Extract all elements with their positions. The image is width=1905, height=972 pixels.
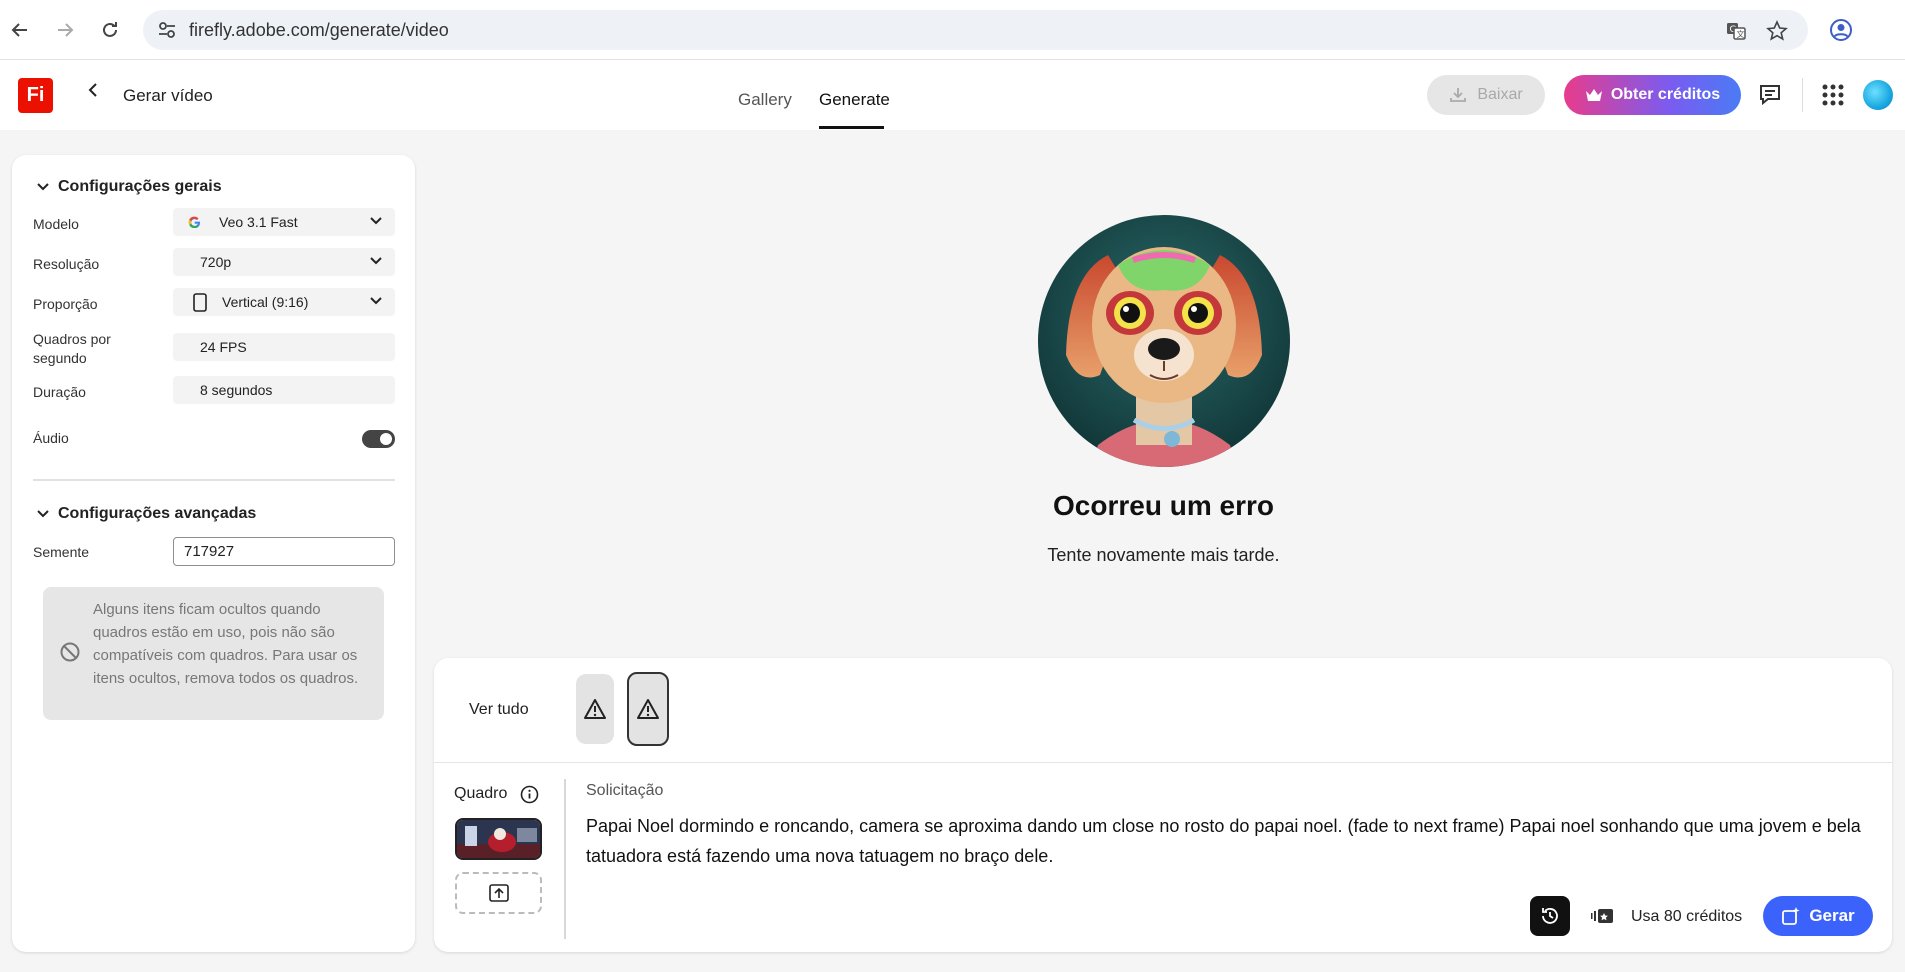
apps-grid-icon[interactable] <box>1820 82 1846 108</box>
app-header: Fi Gerar vídeo Gallery Generate Baixar O… <box>0 60 1905 130</box>
chevron-down-icon <box>370 217 382 225</box>
portrait-ratio-icon <box>193 293 207 312</box>
google-icon <box>188 216 200 229</box>
no-symbol-icon <box>60 642 80 662</box>
forward-arrow-icon[interactable] <box>47 12 83 48</box>
aspect-ratio-select[interactable]: Vertical (9:16) <box>173 288 395 316</box>
composer-divider <box>434 762 1892 763</box>
duration-label: Duração <box>33 384 86 400</box>
chevron-down-icon <box>37 183 49 191</box>
resolution-value: 720p <box>200 254 232 270</box>
chevron-down-icon <box>370 297 382 305</box>
feedback-chat-icon[interactable] <box>1757 82 1783 108</box>
duration-field: 8 segundos <box>173 376 395 404</box>
firefly-logo[interactable]: Fi <box>18 78 53 113</box>
prompt-history-button[interactable] <box>1530 896 1570 936</box>
credits-icon <box>1591 909 1613 923</box>
notice-text: Alguns itens ficam ocultos quando quadro… <box>93 601 359 687</box>
crown-icon <box>1585 89 1602 101</box>
model-value: Veo 3.1 Fast <box>219 214 298 230</box>
resolution-select[interactable]: 720p <box>173 248 395 276</box>
aspect-ratio-label: Proporção <box>33 296 98 312</box>
info-icon[interactable] <box>520 785 539 804</box>
history-icon <box>1542 908 1558 924</box>
hidden-items-notice: Alguns itens ficam ocultos quando quadro… <box>43 587 384 720</box>
error-subtitle: Tente novamente mais tarde. <box>1047 545 1280 565</box>
chevron-left-icon[interactable] <box>85 82 101 98</box>
general-settings-header[interactable]: Configurações gerais <box>36 178 222 196</box>
browser-toolbar: firefly.adobe.com/generate/video G文 <box>0 0 1905 60</box>
fps-value: 24 FPS <box>200 339 247 355</box>
get-credits-label: Obter créditos <box>1610 86 1721 103</box>
upload-frame-button[interactable] <box>455 872 542 914</box>
failed-generation-thumbnail[interactable] <box>576 674 614 744</box>
back-arrow-icon[interactable] <box>2 12 38 48</box>
translate-icon[interactable]: G文 <box>1725 20 1747 42</box>
resolution-label: Resolução <box>33 256 100 272</box>
audio-toggle[interactable] <box>362 430 395 448</box>
frame-prompt-separator <box>564 779 566 939</box>
view-all-link[interactable]: Ver tudo <box>469 701 529 719</box>
error-illustration <box>1038 215 1290 467</box>
prompt-textarea[interactable]: Papai Noel dormindo e roncando, camera s… <box>586 811 1876 871</box>
profile-icon[interactable] <box>1829 18 1853 42</box>
credits-cost-text: Usa 80 créditos <box>1631 908 1743 925</box>
logo-text: Fi <box>26 84 45 106</box>
error-title: Ocorreu um erro <box>1053 490 1274 521</box>
tab-generate[interactable]: Generate <box>819 90 890 110</box>
site-settings-icon[interactable] <box>157 20 177 40</box>
audio-label: Áudio <box>33 430 69 446</box>
fps-field: 24 FPS <box>173 333 395 361</box>
prompt-composer: Ver tudo Quadro Solicitação Papai Noel d… <box>434 658 1892 952</box>
page-title[interactable]: Gerar vídeo <box>123 86 213 106</box>
get-credits-button[interactable]: Obter créditos <box>1564 75 1741 115</box>
warning-icon <box>584 699 606 719</box>
generate-button[interactable]: Gerar <box>1763 896 1873 936</box>
svg-text:文: 文 <box>1737 29 1745 39</box>
download-icon <box>1450 88 1467 102</box>
frame-label: Quadro <box>454 785 508 802</box>
user-avatar[interactable] <box>1863 80 1893 110</box>
model-select[interactable]: Veo 3.1 Fast <box>173 208 395 236</box>
general-settings-title: Configurações gerais <box>58 178 222 195</box>
section-divider <box>33 479 395 481</box>
generate-label: Gerar <box>1809 906 1855 925</box>
bookmark-star-icon[interactable] <box>1766 20 1788 42</box>
warning-icon <box>637 699 659 719</box>
reload-icon[interactable] <box>92 12 128 48</box>
download-label: Baixar <box>1477 86 1523 103</box>
url-text[interactable]: firefly.adobe.com/generate/video <box>189 20 449 41</box>
frame-thumbnail[interactable] <box>455 818 542 860</box>
generate-sparkle-icon <box>1782 907 1800 925</box>
aspect-ratio-value: Vertical (9:16) <box>222 294 309 310</box>
header-divider <box>1802 78 1803 112</box>
model-label: Modelo <box>33 216 79 232</box>
fps-label: Quadros por segundo <box>33 331 111 366</box>
active-tab-indicator <box>819 126 884 129</box>
download-button[interactable]: Baixar <box>1427 75 1545 115</box>
upload-icon <box>488 884 509 902</box>
prompt-label: Solicitação <box>586 782 664 799</box>
tab-gallery[interactable]: Gallery <box>738 90 792 110</box>
address-bar[interactable]: firefly.adobe.com/generate/video G文 <box>143 10 1808 50</box>
duration-value: 8 segundos <box>200 382 273 398</box>
chevron-down-icon <box>370 257 382 265</box>
failed-generation-thumbnail-selected[interactable] <box>627 672 669 746</box>
